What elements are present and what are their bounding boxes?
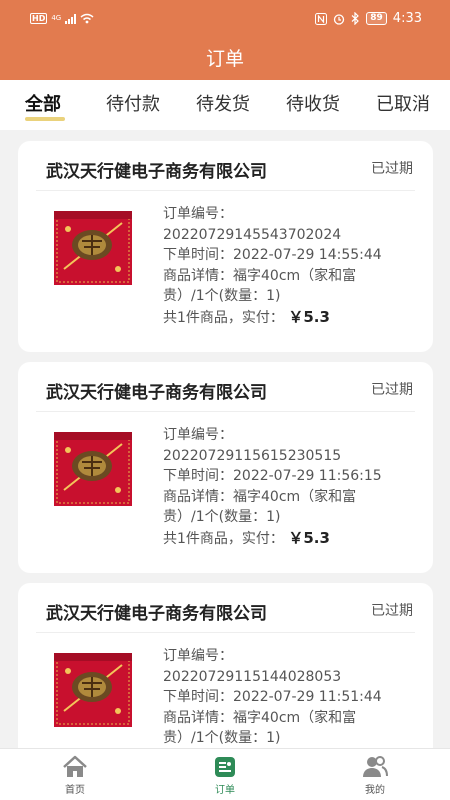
app-header: HD 4G 89 4:33 订单 — [0, 0, 450, 80]
tabbar-label-mine: 我的 — [365, 785, 385, 796]
order-time: 2022-07-29 11:51:44 — [233, 689, 382, 705]
order-number: 20220729115144028053 — [163, 668, 342, 685]
product-thumbnail[interactable] — [54, 211, 132, 285]
card-divider — [36, 411, 415, 412]
active-tab-indicator — [25, 117, 65, 121]
order-summary-label: 共1件商品，实付： — [163, 530, 284, 547]
product-detail-continued: 贵）/1个(数量：1) — [163, 509, 281, 525]
battery-indicator: 89 — [366, 12, 387, 25]
shop-name: 武汉天行健电子商务有限公司 — [46, 383, 267, 403]
order-tabs: 全部 待付款 待发货 待收货 已取消 — [0, 80, 450, 130]
product-detail-row: 商品详情：福字40cm（家和富 — [163, 266, 382, 287]
tab-pending-payment[interactable]: 待付款 — [106, 90, 160, 116]
user-group-icon — [363, 756, 388, 777]
bluetooth-icon — [351, 12, 360, 25]
order-card[interactable]: 武汉天行健电子商务有限公司 已过期 订单编号： 2022072911561523… — [18, 362, 433, 573]
order-card[interactable]: 武汉天行健电子商务有限公司 已过期 订单编号： 2022072914554370… — [18, 141, 433, 352]
order-number-label: 订单编号： — [163, 206, 233, 222]
order-summary-row: 共1件商品，实付： ￥5.3 — [163, 307, 382, 329]
page-title: 订单 — [205, 48, 244, 70]
alarm-icon — [334, 13, 345, 25]
order-price: ￥5.3 — [288, 528, 330, 547]
product-detail-label: 商品详情： — [163, 488, 233, 505]
order-info: 订单编号： 20220729145543702024 下单时间：2022-07-… — [163, 204, 382, 328]
order-summary-label: 共1件商品，实付： — [163, 309, 284, 326]
order-time-label: 下单时间： — [163, 247, 233, 263]
tab-cancelled[interactable]: 已取消 — [376, 90, 430, 116]
status-bar: HD 4G 89 4:33 — [0, 0, 450, 40]
card-divider — [36, 190, 415, 191]
tab-pending-receipt[interactable]: 待收货 — [286, 90, 340, 116]
order-status: 已过期 — [371, 603, 413, 619]
shop-name: 武汉天行健电子商务有限公司 — [46, 162, 267, 182]
tab-all[interactable]: 全部 — [25, 90, 61, 116]
order-number-label: 订单编号： — [163, 427, 233, 443]
tabbar-item-mine[interactable]: 我的 — [335, 755, 415, 796]
card-divider — [36, 632, 415, 633]
product-thumbnail[interactable] — [54, 653, 132, 727]
status-time: 4:33 — [392, 11, 422, 26]
product-detail-row: 商品详情：福字40cm（家和富 — [163, 708, 382, 729]
tabbar-label-home: 首页 — [65, 785, 85, 796]
order-info: 订单编号： 20220729115144028053 下单时间：2022-07-… — [163, 646, 382, 749]
order-time: 2022-07-29 14:55:44 — [233, 247, 382, 263]
hd-badge: HD — [30, 13, 48, 24]
order-time-label: 下单时间： — [163, 689, 233, 705]
bottom-tab-bar: 首页 订单 我的 — [0, 748, 450, 800]
product-thumbnail[interactable] — [54, 432, 132, 506]
tabbar-item-orders[interactable]: 订单 — [185, 755, 265, 796]
order-info: 订单编号： 20220729115615230515 下单时间：2022-07-… — [163, 425, 382, 549]
nfc-icon — [315, 12, 328, 25]
tab-pending-shipment[interactable]: 待发货 — [196, 90, 250, 116]
order-summary-row: 共1件商品，实付： ￥5.3 — [163, 528, 382, 550]
product-detail: 福字40cm（家和富 — [233, 267, 357, 284]
order-price: ￥5.3 — [288, 307, 330, 326]
shop-name: 武汉天行健电子商务有限公司 — [46, 604, 267, 624]
tabbar-item-home[interactable]: 首页 — [35, 755, 115, 796]
product-detail-label: 商品详情： — [163, 267, 233, 284]
order-time-row: 下单时间：2022-07-29 14:55:44 — [163, 245, 382, 266]
signal-icon — [65, 13, 77, 24]
product-detail-row: 商品详情：福字40cm（家和富 — [163, 487, 382, 508]
product-detail-continued: 贵）/1个(数量：1) — [163, 288, 281, 304]
status-bar-right: 89 4:33 — [315, 11, 422, 26]
status-bar-left: HD 4G — [30, 13, 94, 24]
product-detail: 福字40cm（家和富 — [233, 709, 357, 726]
product-detail: 福字40cm（家和富 — [233, 488, 357, 505]
network-type-label: 4G — [51, 14, 62, 22]
order-list-icon — [215, 757, 235, 777]
order-time-label: 下单时间： — [163, 468, 233, 484]
wifi-icon — [80, 13, 94, 24]
order-time: 2022-07-29 11:56:15 — [233, 468, 382, 484]
order-status: 已过期 — [371, 161, 413, 177]
order-time-row: 下单时间：2022-07-29 11:56:15 — [163, 466, 382, 487]
tabbar-label-orders: 订单 — [215, 785, 235, 796]
order-number-label: 订单编号： — [163, 648, 233, 664]
order-number: 20220729145543702024 — [163, 226, 342, 243]
product-detail-continued: 贵）/1个(数量：1) — [163, 730, 281, 746]
order-number: 20220729115615230515 — [163, 447, 342, 464]
home-icon — [63, 755, 87, 777]
order-status: 已过期 — [371, 382, 413, 398]
product-detail-label: 商品详情： — [163, 709, 233, 726]
order-time-row: 下单时间：2022-07-29 11:51:44 — [163, 687, 382, 708]
